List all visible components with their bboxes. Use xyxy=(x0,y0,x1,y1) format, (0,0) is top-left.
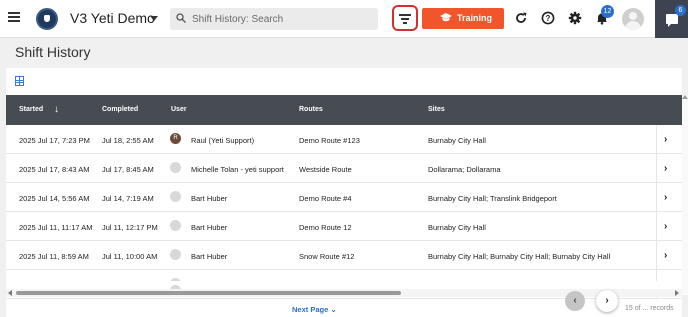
column-header-completed[interactable]: Completed xyxy=(102,106,138,113)
cell-user: Michelle Tolan - yeti support xyxy=(191,165,284,174)
training-label: Training xyxy=(457,13,493,23)
chevron-right-icon: › xyxy=(664,192,668,203)
top-bar: V3 Yeti Demo Training ? xyxy=(0,0,688,38)
search-input[interactable] xyxy=(192,11,372,27)
next-page-link[interactable]: Next Page ⌄ xyxy=(292,305,337,314)
row-open-button[interactable] xyxy=(656,183,682,212)
filter-icon xyxy=(399,14,411,16)
sort-arrow-icon[interactable]: ↓ xyxy=(54,104,59,115)
app-logo xyxy=(36,8,58,30)
chevron-right-icon: › xyxy=(664,134,668,145)
user-avatar xyxy=(170,191,181,202)
scrollbar-thumb[interactable] xyxy=(16,291,401,295)
column-header-user[interactable]: User xyxy=(171,106,187,113)
column-header-started[interactable]: Started xyxy=(19,106,43,113)
table-row[interactable]: 2025 Jul 11, 8:59 AM Jul 11, 10:00 AM Bart… xyxy=(6,241,682,270)
chat-badge: 6 xyxy=(675,5,686,16)
shift-history-panel: Started ↓ Completed User Routes Sites 20… xyxy=(6,68,688,317)
app-title[interactable]: V3 Yeti Demo xyxy=(70,10,155,26)
row-open-button[interactable] xyxy=(656,125,682,154)
previous-page-button[interactable]: ‹ xyxy=(565,291,585,311)
cell-routes: Snow Route #12 xyxy=(299,252,355,261)
notification-badge: 12 xyxy=(601,5,614,18)
cell-started: 2025 Jul 17, 8:43 AM xyxy=(19,165,90,174)
table-row[interactable]: 2025 Jul 17, 8:43 AM Jul 17, 8:45 AM Miche… xyxy=(6,154,682,183)
column-header-sites[interactable]: Sites xyxy=(428,106,445,113)
chevron-right-icon: › xyxy=(664,221,668,232)
search-box xyxy=(170,8,378,30)
chevron-right-icon: › xyxy=(664,250,668,261)
user-avatar xyxy=(170,162,181,173)
scroll-right-arrow[interactable] xyxy=(675,290,679,296)
cell-sites: Dollarama; Dollarama xyxy=(428,165,501,174)
cell-started: 2025 Jul 17, 7:23 PM xyxy=(19,136,90,145)
row-open-button[interactable] xyxy=(656,212,682,241)
cell-routes: Demo Route #123 xyxy=(299,136,360,145)
columns-icon[interactable] xyxy=(15,76,24,86)
cell-routes: Demo Route 12 xyxy=(299,223,352,232)
next-page-label: Next Page xyxy=(292,305,329,314)
cell-routes: Westside Route xyxy=(299,165,352,174)
records-count: 15 of ... records xyxy=(625,305,674,312)
user-avatar: R xyxy=(170,133,181,144)
row-open-button[interactable] xyxy=(656,154,682,183)
graduation-cap-icon xyxy=(440,13,452,22)
cell-completed: Jul 11, 10:00 AM xyxy=(102,252,158,261)
page-title: Shift History xyxy=(15,44,91,60)
cell-started: 2025 Jul 11, 8:59 AM xyxy=(19,252,89,261)
chevron-down-icon: ⌄ xyxy=(330,305,337,314)
refresh-icon[interactable] xyxy=(514,11,528,25)
menu-icon[interactable] xyxy=(8,12,20,22)
table-header: Started ↓ Completed User Routes Sites xyxy=(6,95,682,125)
cell-started: 2025 Jul 14, 5:56 AM xyxy=(19,194,90,203)
user-avatar[interactable] xyxy=(622,8,644,30)
help-icon[interactable]: ? xyxy=(541,11,555,25)
svg-text:?: ? xyxy=(546,14,551,23)
cell-completed: Jul 11, 12:17 PM xyxy=(102,223,158,232)
table-row[interactable]: 2025 Jul 11, 11:17 AM Jul 11, 12:17 PM Bar… xyxy=(6,212,682,241)
search-icon xyxy=(176,13,186,23)
cell-user: Bart Huber xyxy=(191,223,228,232)
chevron-down-icon[interactable] xyxy=(150,16,158,21)
vertical-scrollbar[interactable] xyxy=(682,95,688,295)
next-page-button[interactable]: › xyxy=(596,290,618,312)
chevron-right-icon: › xyxy=(664,163,668,174)
filter-button[interactable] xyxy=(392,5,418,31)
row-open-button[interactable] xyxy=(656,241,682,270)
cell-completed: Jul 17, 8:45 AM xyxy=(102,165,154,174)
cell-sites: Burnaby City Hall xyxy=(428,223,486,232)
user-avatar xyxy=(170,249,181,260)
training-button[interactable]: Training xyxy=(422,8,504,29)
cell-completed: Jul 18, 2:55 AM xyxy=(102,136,154,145)
table-row[interactable]: 2025 Jul 17, 7:23 PM Jul 18, 2:55 AM Raul … xyxy=(6,125,682,154)
cell-started: 2025 Jul 11, 11:17 AM xyxy=(19,223,93,232)
cell-sites: Burnaby City Hall; Translink Bridgeport xyxy=(428,194,557,203)
gear-icon[interactable] xyxy=(568,11,582,25)
scroll-left-arrow[interactable] xyxy=(8,290,12,296)
user-avatar xyxy=(170,220,181,231)
cell-routes: Demo Route #4 xyxy=(299,194,352,203)
cell-user: Raul (Yeti Support) xyxy=(191,136,255,145)
column-header-routes[interactable]: Routes xyxy=(299,106,323,113)
cell-sites: Burnaby City Hall; Burnaby City Hall; Bu… xyxy=(428,252,611,261)
cell-user: Bart Huber xyxy=(191,194,228,203)
cell-user: Bart Huber xyxy=(191,252,228,261)
cell-sites: Burnaby City Hall xyxy=(428,136,486,145)
cell-completed: Jul 14, 7:19 AM xyxy=(102,194,154,203)
chat-icon xyxy=(666,14,678,27)
table-row[interactable]: 2025 Jul 14, 5:56 AM Jul 14, 7:19 AM Bart … xyxy=(6,183,682,212)
